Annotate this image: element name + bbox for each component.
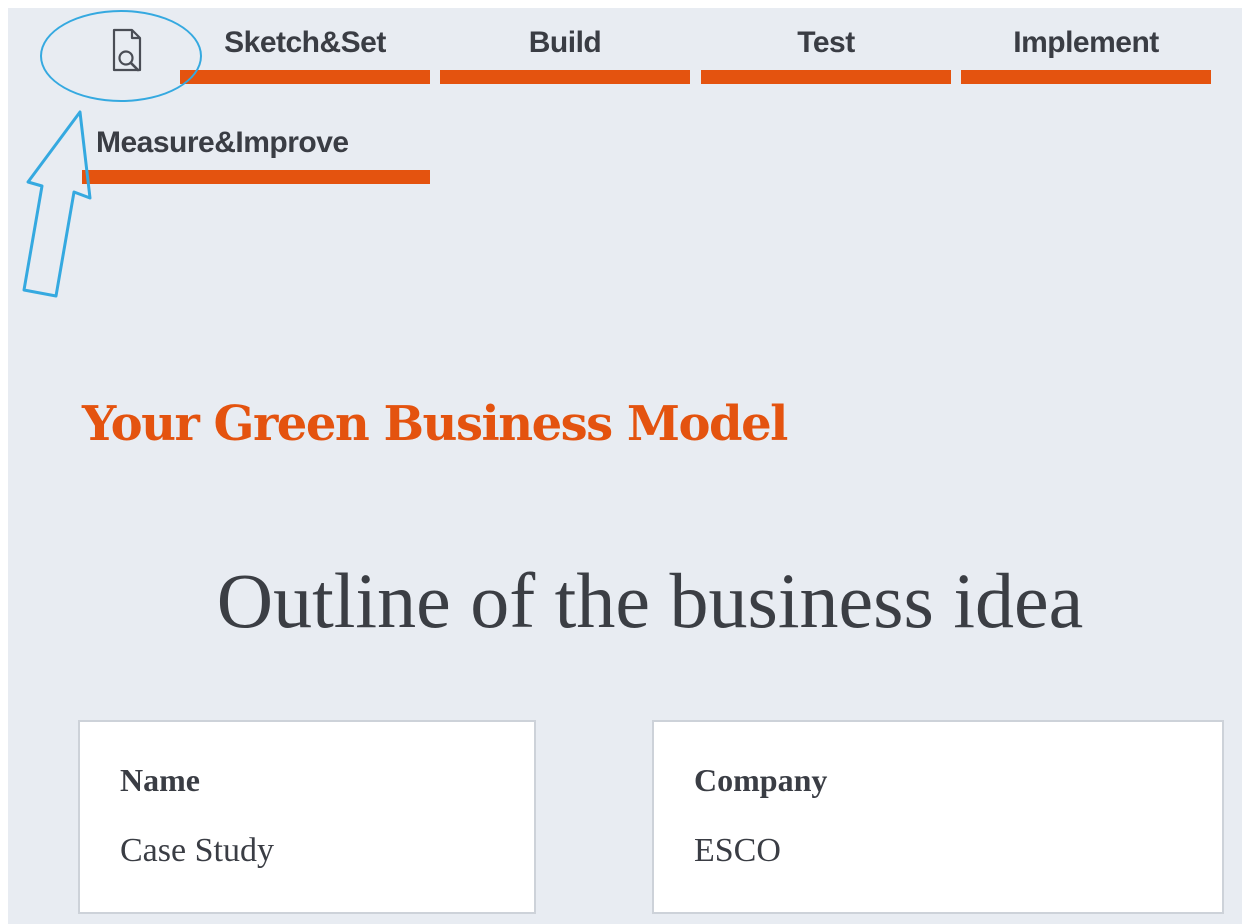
nav-item-label: Measure&Improve: [96, 126, 349, 159]
nav-item-underline: [82, 170, 430, 184]
nav-item-sketch-set[interactable]: Sketch&Set: [180, 24, 430, 88]
arrow-pointer-icon: [22, 110, 92, 298]
nav-item-underline: [701, 70, 951, 84]
nav-item-underline: [440, 70, 690, 84]
section-title: Your Green Business Model: [82, 396, 788, 452]
page-title: Outline of the business idea: [216, 557, 1084, 644]
nav-item-implement[interactable]: Implement: [961, 24, 1211, 88]
nav-item-label: Implement: [1013, 26, 1159, 59]
highlight-ellipse: [40, 10, 202, 102]
nav-item-underline: [961, 70, 1211, 84]
nav-item-test[interactable]: Test: [701, 24, 951, 88]
card-label: Company: [694, 762, 828, 798]
nav-item-underline: [180, 70, 430, 84]
nav-item-build[interactable]: Build: [440, 24, 690, 88]
company-card: Company ESCO: [652, 720, 1224, 914]
card-label: Name: [120, 762, 200, 798]
card-value: Case Study: [120, 832, 274, 869]
card-value: ESCO: [694, 832, 781, 869]
nav-item-label: Test: [797, 26, 855, 59]
nav-item-label: Sketch&Set: [224, 26, 386, 59]
nav-item-measure-improve[interactable]: Measure&Improve: [82, 124, 430, 188]
nav-item-label: Build: [528, 26, 602, 59]
name-card: Name Case Study: [78, 720, 536, 914]
